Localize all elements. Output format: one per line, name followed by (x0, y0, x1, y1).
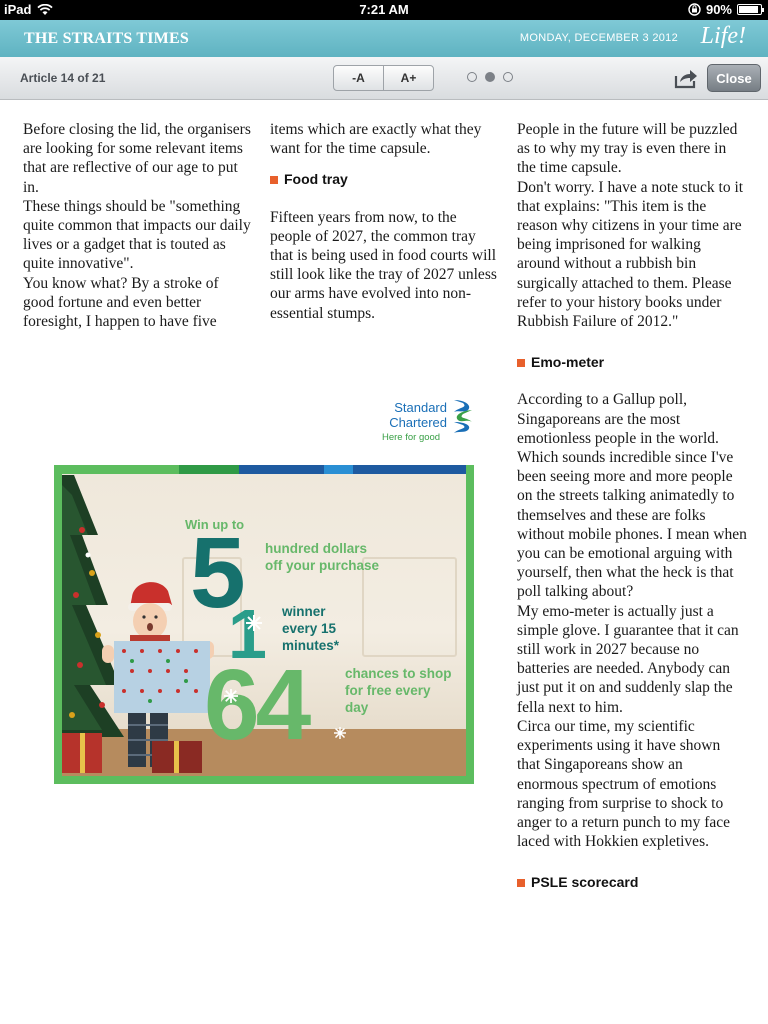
ad-text-winner: winner every 15 minutes* (282, 604, 340, 653)
page-dot[interactable] (467, 72, 477, 82)
status-time: 7:21 AM (359, 2, 409, 17)
status-right: 90% (688, 2, 764, 17)
presents-image (62, 733, 202, 773)
brand-line-1: Standard (394, 400, 447, 415)
close-button[interactable]: Close (707, 64, 761, 92)
standard-chartered-emblem-icon (454, 400, 472, 433)
paragraph: People in the future will be puzzled as … (517, 121, 738, 177)
page-dot-active[interactable] (485, 72, 495, 82)
orientation-lock-icon (688, 3, 701, 16)
article-column-3: People in the future will be puzzled as … (517, 120, 747, 911)
article-column-1: Before closing the lid, the organisers a… (23, 120, 251, 331)
paragraph: My emo-meter is actually just a simple g… (517, 602, 739, 716)
bullet-square-icon (517, 358, 525, 367)
paragraph: items which are exactly what they want f… (270, 121, 482, 158)
advertisement-banner[interactable]: Win up to 5 hundred dollars off your pur… (54, 465, 474, 784)
masthead: THE STRAITS TIMES MONDAY, DECEMBER 3 201… (0, 20, 768, 57)
paragraph: Fifteen years from now, to the people of… (270, 208, 497, 322)
subheading-text: Food tray (284, 171, 348, 188)
paragraph: You know what? By a stroke of good fortu… (23, 274, 219, 331)
battery-icon (737, 4, 764, 15)
subheading-text: PSLE scorecard (531, 874, 639, 891)
battery-percent: 90% (705, 2, 732, 17)
brand-line-2: Chartered (389, 414, 447, 430)
font-larger-button[interactable]: A+ (383, 66, 433, 90)
share-icon[interactable] (674, 67, 698, 89)
sparkle-icon (334, 727, 346, 739)
subheading-text: Emo-meter (531, 354, 605, 371)
page-indicator[interactable] (467, 72, 513, 82)
standard-chartered-logo[interactable]: Standard Chartered Here for good (380, 396, 480, 446)
font-smaller-button[interactable]: -A (334, 66, 383, 90)
paper-title: THE STRAITS TIMES (24, 30, 189, 47)
paragraph: According to a Gallup poll, Singaporeans… (517, 391, 747, 601)
subheading-emo-meter: Emo-meter (517, 353, 747, 372)
font-size-controls: -A A+ (333, 65, 434, 91)
subheading-food-tray: Food tray (270, 170, 498, 189)
ad-text-chances: chances to shop for free every day (345, 666, 452, 715)
sparkle-icon (246, 615, 262, 631)
ad-color-stripe (62, 465, 466, 474)
issue-date: MONDAY, DECEMBER 3 2012 (519, 32, 678, 44)
section-logo: Life! (700, 23, 746, 49)
paragraph: Before closing the lid, the organisers a… (23, 121, 251, 196)
paragraph: Don't worry. I have a note stuck to it t… (517, 178, 744, 331)
paragraph: These things should be "something quite … (23, 197, 251, 273)
article-toolbar: Article 14 of 21 -A A+ Close (0, 57, 768, 100)
brand-tagline: Here for good (382, 432, 441, 443)
page-dot[interactable] (503, 72, 513, 82)
brand-name: Standard Chartered (383, 400, 447, 430)
ad-text-hundred: hundred dollars off your purchase (265, 541, 380, 573)
status-bar: iPad 7:21 AM 90% (0, 0, 768, 20)
bullet-square-icon (270, 176, 278, 184)
ad-number-64: 64 (204, 649, 311, 761)
article-column-2: items which are exactly what they want f… (270, 120, 498, 323)
paragraph: Circa our time, my scientific experiment… (517, 717, 731, 851)
bullet-square-icon (517, 878, 525, 887)
article-counter: Article 14 of 21 (20, 71, 106, 85)
subheading-psle-scorecard: PSLE scorecard (517, 873, 747, 892)
sparkle-icon (224, 689, 238, 703)
